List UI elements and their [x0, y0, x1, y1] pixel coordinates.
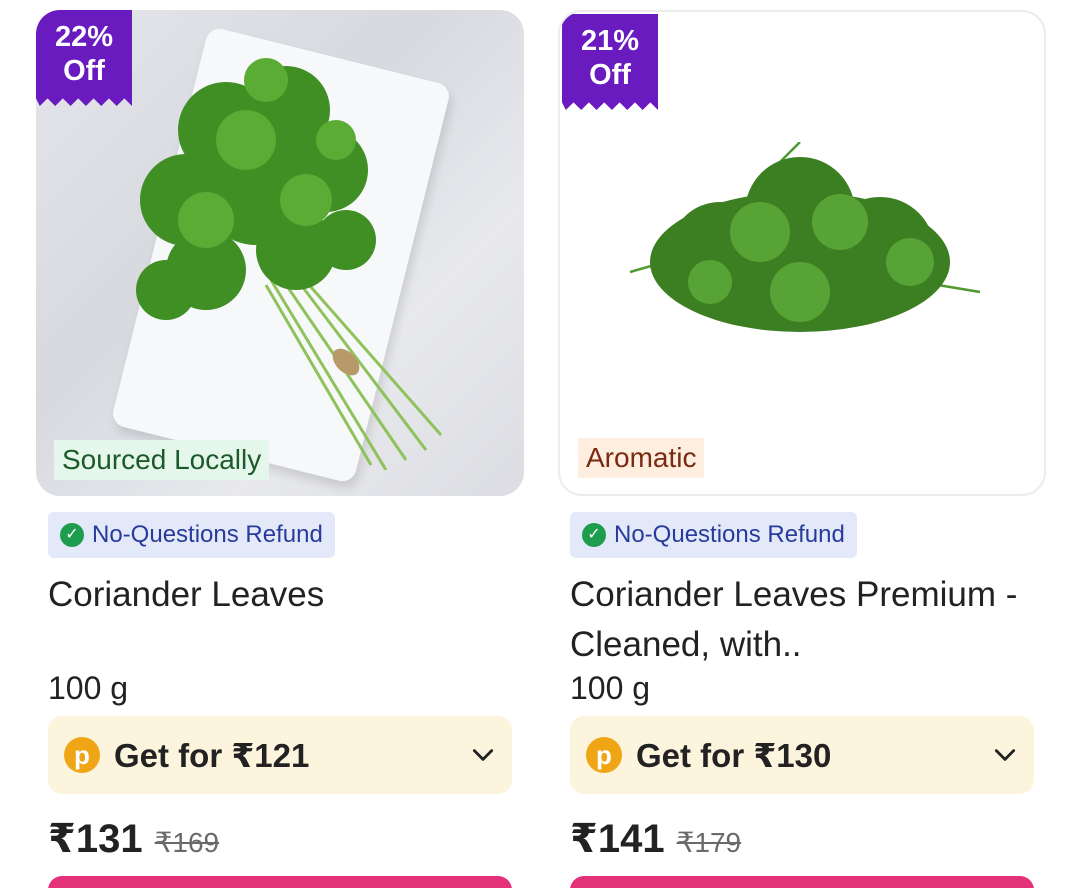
product-image[interactable]: 22% Off Sourced Locally [36, 10, 524, 496]
image-tag: Aromatic [578, 438, 705, 478]
discount-badge: 22% Off [36, 10, 132, 106]
refund-badge: ✓ No-Questions Refund [48, 512, 335, 558]
product-name[interactable]: Coriander Leaves [48, 570, 524, 670]
product-card[interactable]: 21% Off Aromatic ✓ No-Questions Refund C… [558, 10, 1046, 888]
add-button[interactable] [48, 876, 512, 888]
offer-label: Get for ₹121 [114, 736, 310, 774]
selling-price: ₹141 [570, 817, 665, 861]
image-tag: Sourced Locally [54, 440, 270, 480]
discount-off-label: Off [589, 59, 631, 91]
add-button[interactable] [570, 876, 1034, 888]
check-circle-icon: ✓ [60, 523, 84, 547]
selling-price: ₹131 [48, 817, 143, 861]
p-coin-icon: p [586, 737, 622, 773]
chevron-down-icon[interactable] [992, 742, 1018, 768]
offer-label: Get for ₹130 [636, 736, 832, 774]
chevron-down-icon[interactable] [470, 742, 496, 768]
member-offer-dropdown[interactable]: p Get for ₹130 [570, 716, 1034, 794]
product-card[interactable]: 22% Off Sourced Locally ✓ No-Questions R… [36, 10, 524, 888]
discount-percent: 21% [580, 25, 640, 57]
discount-percent: 22% [54, 21, 114, 53]
product-image[interactable]: 21% Off Aromatic [558, 10, 1046, 496]
price-row: ₹141 ₹179 [570, 816, 1046, 862]
coriander-pile-image [629, 142, 981, 332]
discount-off-label: Off [63, 55, 105, 87]
p-coin-icon: p [64, 737, 100, 773]
refund-label: No-Questions Refund [92, 521, 323, 548]
product-weight: 100 g [48, 670, 129, 706]
product-weight: 100 g [570, 670, 651, 706]
refund-badge: ✓ No-Questions Refund [570, 512, 857, 558]
mrp-price: ₹169 [154, 827, 220, 858]
discount-badge: 21% Off [562, 14, 658, 110]
coriander-bunch-image [136, 58, 443, 470]
refund-label: No-Questions Refund [614, 521, 845, 548]
product-name[interactable]: Coriander Leaves Premium - Cleaned, with… [570, 570, 1046, 670]
mrp-price: ₹179 [676, 827, 742, 858]
check-circle-icon: ✓ [582, 523, 606, 547]
price-row: ₹131 ₹169 [48, 816, 524, 862]
member-offer-dropdown[interactable]: p Get for ₹121 [48, 716, 512, 794]
